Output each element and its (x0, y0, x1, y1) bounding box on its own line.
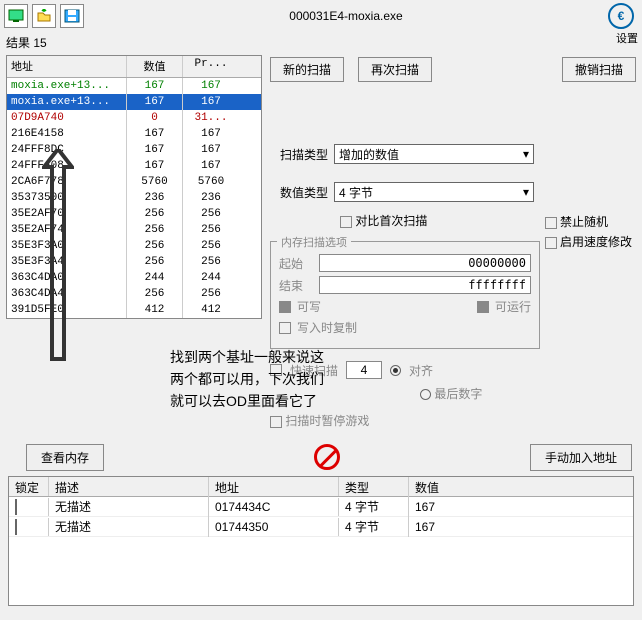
chevron-down-icon: ▾ (523, 185, 529, 199)
cheat-row[interactable]: 无描述017443504 字节167 (9, 517, 633, 537)
result-count: 结果 15 (0, 32, 642, 53)
next-scan-button[interactable]: 再次扫描 (358, 57, 432, 82)
address-table: 地址 数值 Pr... moxia.exe+13...167167moxia.e… (6, 55, 262, 319)
table-row[interactable]: 24FFFA08167167 (7, 158, 261, 174)
table-row[interactable]: 363C4DA0244244 (7, 270, 261, 286)
value-type-label: 数值类型 (270, 184, 328, 201)
view-memory-button[interactable]: 查看内存 (26, 444, 104, 471)
copyonwrite-checkbox[interactable] (279, 322, 291, 334)
table-row[interactable]: 07D9A740031... (7, 110, 261, 126)
mem-start-input[interactable] (319, 254, 531, 272)
new-scan-button[interactable]: 新的扫描 (270, 57, 344, 82)
table-row[interactable]: 35373500236236 (7, 190, 261, 206)
cheat-table-header: 锁定 描述 地址 类型 数值 (9, 477, 633, 497)
scan-type-select[interactable]: 增加的数值▾ (334, 144, 534, 164)
table-row[interactable]: 24FFF8DC167167 (7, 142, 261, 158)
table-row[interactable]: 216E4158167167 (7, 126, 261, 142)
executable-checkbox[interactable] (477, 301, 489, 313)
save-icon[interactable] (60, 4, 84, 28)
writable-checkbox[interactable] (279, 301, 291, 313)
process-icon[interactable] (4, 4, 28, 28)
address-table-header: 地址 数值 Pr... (7, 56, 261, 78)
memory-scan-group: 内存扫描选项 起始 结束 可写 可运行 写入时复制 (270, 241, 540, 349)
side-options: 禁止随机 启用速度修改 (545, 210, 632, 253)
toolbar: 000031E4-moxia.exe € (0, 0, 642, 32)
cheat-row[interactable]: 无描述0174434C4 字节167 (9, 497, 633, 517)
table-row[interactable]: 391D5FE0412412 (7, 302, 261, 318)
fastscan-value[interactable] (346, 361, 382, 379)
settings-link[interactable]: 设置 (616, 30, 638, 46)
stop-icon[interactable] (314, 444, 340, 470)
table-row[interactable]: 363C4DA4256256 (7, 286, 261, 302)
table-row[interactable]: 2CA6F77857605760 (7, 174, 261, 190)
table-row[interactable]: 35E3F3A4256256 (7, 254, 261, 270)
table-row[interactable]: moxia.exe+13...167167 (7, 78, 261, 94)
ce-logo[interactable]: € (608, 3, 634, 29)
lastdigit-radio[interactable] (420, 389, 431, 400)
value-type-select[interactable]: 4 字节▾ (334, 182, 534, 202)
align-radio[interactable] (390, 365, 401, 376)
table-row[interactable]: 35E2AF74256256 (7, 222, 261, 238)
compare-first-checkbox[interactable] (340, 216, 352, 228)
cheat-table: 锁定 描述 地址 类型 数值 无描述0174434C4 字节167无描述0174… (8, 476, 634, 606)
undo-scan-button[interactable]: 撤销扫描 (562, 57, 636, 82)
table-row[interactable]: moxia.exe+13...167167 (7, 94, 261, 110)
open-icon[interactable] (32, 4, 56, 28)
table-row[interactable]: 35E2AF70256256 (7, 206, 261, 222)
mem-end-input[interactable] (319, 276, 531, 294)
speedhack-checkbox[interactable] (545, 237, 557, 249)
pause-checkbox[interactable] (270, 416, 282, 428)
no-random-checkbox[interactable] (545, 217, 557, 229)
table-row[interactable]: 35E3F3A0256256 (7, 238, 261, 254)
window-title: 000031E4-moxia.exe (88, 9, 604, 23)
manual-add-button[interactable]: 手动加入地址 (530, 444, 632, 471)
scan-type-label: 扫描类型 (270, 146, 328, 163)
chevron-down-icon: ▾ (523, 147, 529, 161)
annotation-text: 找到两个基址一般来说这两个都可以用，下次我们就可以去OD里面看它了 (170, 346, 330, 412)
